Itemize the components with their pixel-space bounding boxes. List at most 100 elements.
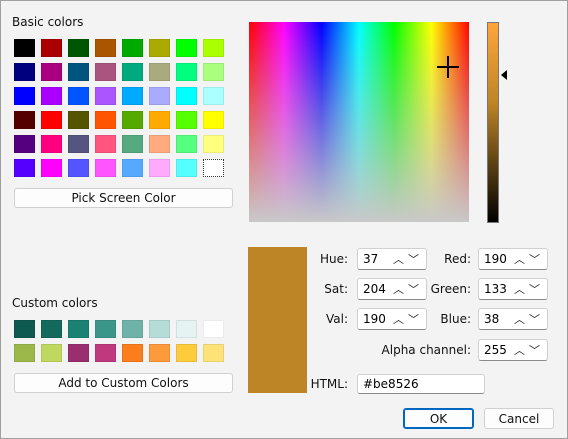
green-spinbox[interactable]: 133 ︿﹀ — [478, 278, 548, 300]
color-swatch[interactable] — [176, 63, 197, 81]
color-swatch[interactable] — [149, 344, 170, 362]
sat-value: 204 — [363, 282, 386, 296]
color-swatch[interactable] — [68, 159, 89, 177]
add-to-custom-colors-button[interactable]: Add to Custom Colors — [14, 373, 233, 393]
color-swatch[interactable] — [176, 39, 197, 57]
color-swatch[interactable] — [41, 344, 62, 362]
color-swatch[interactable] — [41, 135, 62, 153]
color-swatch[interactable] — [95, 320, 116, 338]
red-spinbox[interactable]: 190 ︿﹀ — [478, 248, 548, 270]
color-swatch[interactable] — [95, 63, 116, 81]
spin-arrows-icon[interactable]: ︿﹀ — [393, 251, 423, 267]
color-swatch[interactable] — [95, 159, 116, 177]
color-swatch[interactable] — [149, 111, 170, 129]
color-swatch[interactable] — [176, 320, 197, 338]
color-swatch[interactable] — [122, 39, 143, 57]
color-swatch[interactable] — [122, 63, 143, 81]
color-swatch[interactable] — [203, 344, 224, 362]
color-swatch[interactable] — [95, 111, 116, 129]
hue-value: 37 — [363, 252, 379, 266]
color-swatch[interactable] — [14, 87, 35, 105]
color-swatch[interactable] — [14, 344, 35, 362]
val-spinbox[interactable]: 190 ︿﹀ — [357, 308, 427, 330]
color-swatch[interactable] — [149, 320, 170, 338]
color-swatch[interactable] — [41, 39, 62, 57]
luminance-slider[interactable] — [487, 22, 499, 223]
hue-spinbox[interactable]: 37 ︿﹀ — [357, 248, 427, 270]
color-swatch[interactable] — [176, 135, 197, 153]
color-swatch[interactable] — [95, 344, 116, 362]
blue-label: Blue: — [440, 312, 471, 326]
color-swatch[interactable] — [95, 39, 116, 57]
color-swatch[interactable] — [122, 135, 143, 153]
color-swatch[interactable] — [203, 63, 224, 81]
color-swatch[interactable] — [14, 63, 35, 81]
green-value: 133 — [484, 282, 507, 296]
color-swatch[interactable] — [176, 344, 197, 362]
spin-arrows-icon[interactable]: ︿﹀ — [514, 311, 544, 327]
color-swatch[interactable] — [14, 159, 35, 177]
color-swatch[interactable] — [122, 87, 143, 105]
color-swatch[interactable] — [41, 320, 62, 338]
hue-saturation-picker[interactable] — [249, 22, 469, 222]
color-swatch[interactable] — [14, 39, 35, 57]
color-swatch[interactable] — [176, 87, 197, 105]
color-swatch[interactable] — [95, 135, 116, 153]
spin-arrows-icon[interactable]: ︿﹀ — [514, 251, 544, 267]
color-swatch[interactable] — [122, 320, 143, 338]
color-swatch[interactable] — [149, 135, 170, 153]
color-swatch[interactable] — [203, 39, 224, 57]
color-swatch[interactable] — [95, 87, 116, 105]
color-swatch[interactable] — [68, 39, 89, 57]
color-swatch[interactable] — [203, 87, 224, 105]
red-label: Red: — [444, 252, 471, 266]
spin-arrows-icon[interactable]: ︿﹀ — [393, 311, 423, 327]
color-swatch[interactable] — [122, 159, 143, 177]
color-swatch[interactable] — [203, 111, 224, 129]
crosshair-icon — [437, 56, 459, 78]
current-color-preview — [248, 247, 307, 393]
color-swatch[interactable] — [176, 159, 197, 177]
color-swatch[interactable] — [14, 111, 35, 129]
spin-arrows-icon[interactable]: ︿﹀ — [514, 281, 544, 297]
color-swatch[interactable] — [14, 135, 35, 153]
spin-arrows-icon[interactable]: ︿﹀ — [393, 281, 423, 297]
color-swatch[interactable] — [149, 87, 170, 105]
basic-colors-grid — [14, 39, 224, 177]
val-value: 190 — [363, 312, 386, 326]
alpha-spinbox[interactable]: 255 ︿﹀ — [478, 339, 548, 361]
sat-label: Sat: — [324, 282, 348, 296]
html-input[interactable]: #be8526 — [357, 374, 485, 394]
color-swatch[interactable] — [149, 159, 170, 177]
color-swatch[interactable] — [176, 111, 197, 129]
spin-arrows-icon[interactable]: ︿﹀ — [514, 342, 544, 358]
color-swatch[interactable] — [14, 320, 35, 338]
color-swatch[interactable] — [41, 111, 62, 129]
color-swatch[interactable] — [41, 159, 62, 177]
luminance-slider-arrow-icon[interactable] — [501, 70, 507, 80]
green-label: Green: — [430, 282, 471, 296]
color-swatch[interactable] — [203, 135, 224, 153]
blue-spinbox[interactable]: 38 ︿﹀ — [478, 308, 548, 330]
color-swatch[interactable] — [203, 159, 224, 177]
cancel-button[interactable]: Cancel — [484, 408, 554, 429]
pick-screen-color-button[interactable]: Pick Screen Color — [14, 188, 233, 208]
sat-spinbox[interactable]: 204 ︿﹀ — [357, 278, 427, 300]
color-swatch[interactable] — [149, 63, 170, 81]
hue-label: Hue: — [319, 252, 348, 266]
color-swatch[interactable] — [41, 63, 62, 81]
color-swatch[interactable] — [68, 344, 89, 362]
val-label: Val: — [325, 312, 348, 326]
color-swatch[interactable] — [122, 344, 143, 362]
color-swatch[interactable] — [203, 320, 224, 338]
color-swatch[interactable] — [68, 320, 89, 338]
alpha-value: 255 — [484, 343, 507, 357]
ok-button[interactable]: OK — [403, 408, 474, 429]
color-swatch[interactable] — [41, 87, 62, 105]
color-swatch[interactable] — [68, 135, 89, 153]
color-swatch[interactable] — [122, 111, 143, 129]
color-swatch[interactable] — [149, 39, 170, 57]
color-swatch[interactable] — [68, 111, 89, 129]
color-swatch[interactable] — [68, 63, 89, 81]
color-swatch[interactable] — [68, 87, 89, 105]
